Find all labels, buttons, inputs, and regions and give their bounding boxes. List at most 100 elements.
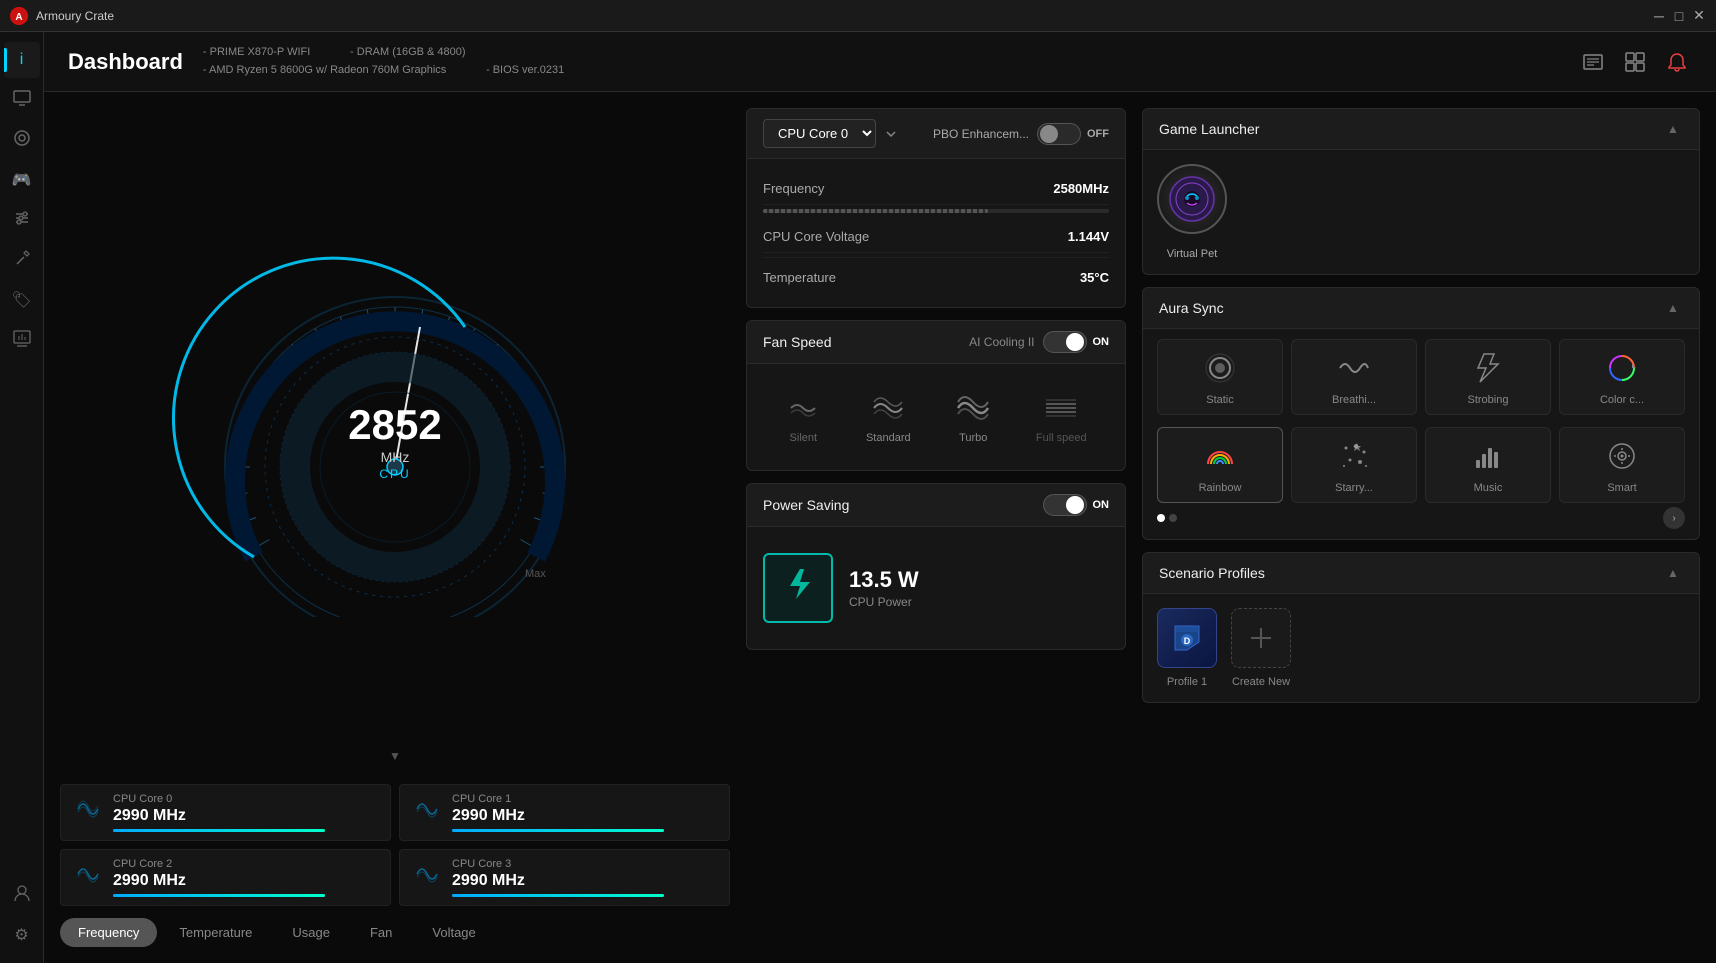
cpu-core-header-inner: CPU Core 0 CPU Core 1 CPU Core 2 CPU Cor… — [763, 119, 898, 148]
header: Dashboard - PRIME X870-P WIFI - DRAM (16… — [44, 32, 1716, 92]
aura-effect-music[interactable]: Music — [1425, 427, 1551, 503]
monitor-icon — [12, 328, 32, 353]
pbo-toggle[interactable]: OFF — [1037, 123, 1109, 145]
game-icon-virtual-pet — [1157, 164, 1227, 234]
dropdown-arrow-icon — [884, 127, 898, 141]
titlebar: A Armoury Crate ─ □ ✕ — [0, 0, 1716, 32]
cpu-metrics-body: Frequency 2580MHz CPU Core Voltage 1.144… — [747, 159, 1125, 307]
profile-new-icon — [1231, 608, 1291, 668]
aura-nav-next[interactable]: › — [1663, 507, 1685, 529]
aura-effect-rainbow[interactable]: Rainbow — [1157, 427, 1283, 503]
sidebar-item-gamevisual[interactable]: 🎮 — [4, 162, 40, 198]
aura-dots — [1157, 508, 1177, 528]
aura-effects-row1: Static Breathi... — [1157, 339, 1685, 415]
core-info-1: CPU Core 1 2990 MHz — [452, 793, 717, 832]
aura-starry-label: Starry... — [1335, 482, 1373, 494]
minimize-button[interactable]: ─ — [1652, 9, 1666, 23]
sidebar-item-devices[interactable] — [4, 82, 40, 118]
app-title: Armoury Crate — [36, 9, 114, 23]
aura-icon — [12, 128, 32, 153]
tab-voltage[interactable]: Voltage — [414, 918, 493, 947]
aura-effect-static[interactable]: Static — [1157, 339, 1283, 415]
game-item-virtual-pet[interactable]: Virtual Pet — [1157, 164, 1227, 260]
aura-effect-smart[interactable]: Smart — [1559, 427, 1685, 503]
tab-frequency[interactable]: Frequency — [60, 918, 157, 947]
gauge-svg: Max — [155, 247, 635, 617]
aura-bottom-nav: › — [1157, 503, 1685, 529]
aura-sync-card: Aura Sync ▲ — [1142, 287, 1700, 540]
core-value-3: 2990 MHz — [452, 872, 717, 890]
sidebar-item-user[interactable] — [4, 877, 40, 913]
sidebar-item-tools[interactable] — [4, 242, 40, 278]
game-launcher-expand[interactable]: ▲ — [1663, 119, 1683, 139]
tab-usage[interactable]: Usage — [274, 918, 348, 947]
left-panel: Max 2852 MHz CPU ▼ — [60, 108, 730, 947]
sidebar-item-tuning[interactable] — [4, 202, 40, 238]
fan-toggle-label: ON — [1093, 336, 1110, 348]
news-button[interactable] — [1578, 47, 1608, 77]
core-info-3: CPU Core 3 2990 MHz — [452, 858, 717, 897]
aura-effect-breathing[interactable]: Breathi... — [1291, 339, 1417, 415]
aura-breathing-icon — [1334, 348, 1374, 388]
tab-fan[interactable]: Fan — [352, 918, 410, 947]
scenario-profiles-expand[interactable]: ▲ — [1663, 563, 1683, 583]
core-name-0: CPU Core 0 — [113, 793, 378, 805]
fan-toggle-area: AI Cooling II ON — [969, 331, 1109, 353]
aura-rainbow-label: Rainbow — [1199, 482, 1242, 494]
fan-fullspeed-icon — [1043, 390, 1079, 426]
voltage-value: 1.144V — [1068, 229, 1109, 244]
aura-effect-colorcycle[interactable]: Color c... — [1559, 339, 1685, 415]
fan-toggle[interactable]: ON — [1043, 331, 1110, 353]
scenario-profiles-header: Scenario Profiles ▲ — [1143, 553, 1699, 594]
right-panel: Game Launcher ▲ — [1142, 108, 1700, 947]
frequency-row: Frequency 2580MHz — [763, 173, 1109, 205]
power-toggle[interactable]: ON — [1043, 494, 1110, 516]
gauge-container: Max 2852 MHz CPU — [60, 108, 730, 766]
temperature-label: Temperature — [763, 270, 836, 285]
notification-button[interactable] — [1662, 47, 1692, 77]
sidebar-item-monitor[interactable] — [4, 322, 40, 358]
fan-mode-standard[interactable]: Standard — [866, 390, 911, 444]
core-info-2: CPU Core 2 2990 MHz — [113, 858, 378, 897]
sidebar-item-aura[interactable] — [4, 122, 40, 158]
frequency-label: Frequency — [763, 181, 824, 196]
fan-mode-fullspeed[interactable]: Full speed — [1036, 390, 1087, 444]
frequency-bar-fill — [763, 209, 988, 213]
profile-create-new[interactable]: Create New — [1231, 608, 1291, 688]
aura-sync-expand[interactable]: ▲ — [1663, 298, 1683, 318]
maximize-button[interactable]: □ — [1672, 9, 1686, 23]
page-title: Dashboard — [68, 49, 183, 75]
core-icon-3 — [412, 859, 442, 896]
game-launcher-card: Game Launcher ▲ — [1142, 108, 1700, 275]
core-icon-1 — [412, 794, 442, 831]
power-saving-header: Power Saving ON — [747, 484, 1125, 527]
aura-effect-strobing[interactable]: Strobing — [1425, 339, 1551, 415]
game-launcher-body: Virtual Pet — [1143, 150, 1699, 274]
sidebar-item-labels[interactable]: 🏷 — [4, 282, 40, 318]
sidebar-item-home[interactable]: i — [4, 42, 40, 78]
fan-mode-silent[interactable]: Silent — [785, 390, 821, 444]
frequency-value: 2580MHz — [1053, 181, 1109, 196]
devices-icon — [12, 88, 32, 113]
aura-effect-starry[interactable]: Starry... — [1291, 427, 1417, 503]
core-value-1: 2990 MHz — [452, 807, 717, 825]
system-info: - PRIME X870-P WIFI - DRAM (16GB & 4800)… — [203, 44, 564, 79]
profile-1[interactable]: D Profile 1 — [1157, 608, 1217, 688]
content-area: Max 2852 MHz CPU ▼ — [44, 92, 1716, 963]
tab-temperature[interactable]: Temperature — [161, 918, 270, 947]
aura-dot-2 — [1169, 514, 1177, 522]
sidebar-item-settings[interactable]: ⚙ — [4, 917, 40, 953]
layout-button[interactable] — [1620, 47, 1650, 77]
gauge-wrap: Max 2852 MHz CPU — [155, 247, 635, 627]
power-sublabel: CPU Power — [849, 595, 919, 609]
cpu-core-select[interactable]: CPU Core 0 CPU Core 1 CPU Core 2 CPU Cor… — [763, 119, 876, 148]
aura-music-icon — [1468, 436, 1508, 476]
core-value-2: 2990 MHz — [113, 872, 378, 890]
core-value-0: 2990 MHz — [113, 807, 378, 825]
fan-speed-card: Fan Speed AI Cooling II ON — [746, 320, 1126, 471]
close-button[interactable]: ✕ — [1692, 9, 1706, 23]
fan-mode-turbo[interactable]: Turbo — [955, 390, 991, 444]
core-bar-3 — [452, 894, 664, 897]
power-saving-title: Power Saving — [763, 497, 849, 513]
core-icon-0 — [73, 794, 103, 831]
